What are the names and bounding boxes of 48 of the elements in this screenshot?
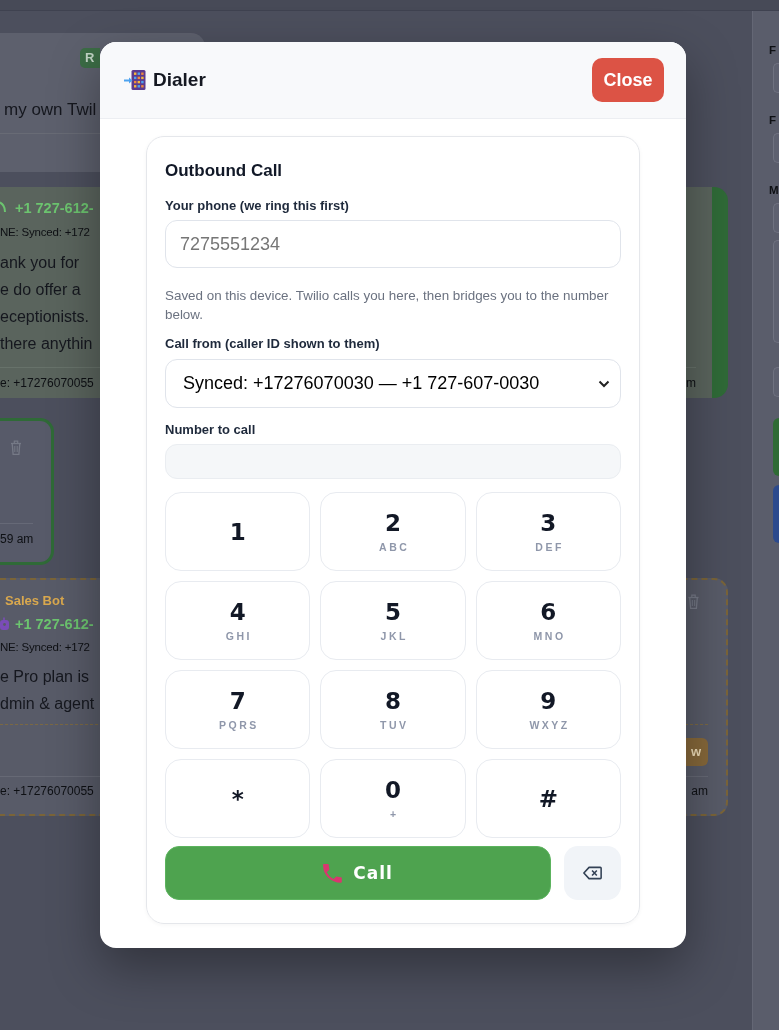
caller-line: NE: Synced: +172 xyxy=(0,225,90,240)
phone-number: +1 727-612- xyxy=(15,199,94,217)
keypad-key[interactable]: * xyxy=(165,759,311,838)
message-time: am xyxy=(691,783,708,800)
field-label: M xyxy=(769,183,779,198)
backspace-icon xyxy=(583,866,602,880)
hint-text: Saved on this device. Twilio calls you here, then bridges you to the number below. xyxy=(165,287,610,324)
field-label: Your phone (we ring this first) xyxy=(165,197,350,215)
field-label: Call from (caller ID shown to them) xyxy=(165,335,381,353)
keypad-key[interactable]: # xyxy=(475,759,621,838)
action-button[interactable] xyxy=(773,485,779,543)
dialog-title: Dialer xyxy=(153,69,207,91)
keypad-key[interactable]: 6 MNO xyxy=(475,581,621,660)
keypad-key[interactable]: 7 PQRS xyxy=(165,670,311,749)
action-button[interactable] xyxy=(773,418,779,476)
phone-icon xyxy=(323,863,343,883)
keypad-key[interactable]: 8 TUV xyxy=(320,670,466,749)
phone-input[interactable]: 7275551234 xyxy=(165,220,621,268)
close-button[interactable]: Close xyxy=(592,58,664,102)
message-snippet: my own Twil xyxy=(3,99,97,121)
keypad-key[interactable]: 9 WXYZ xyxy=(475,670,621,749)
message-time: 59 am xyxy=(0,531,33,548)
keypad-key[interactable]: 1 xyxy=(165,492,311,571)
field-label: F xyxy=(769,43,777,58)
trash-icon[interactable] xyxy=(687,593,700,609)
status-badge: R xyxy=(80,48,100,68)
trash-icon[interactable] xyxy=(10,440,22,455)
message-text: e Pro plan is dmin & agent xyxy=(0,667,95,714)
keypad-key[interactable]: 2 ABC xyxy=(320,492,466,571)
caller-line: NE: Synced: +172 xyxy=(0,640,90,655)
keypad-key[interactable]: 5 JKL xyxy=(320,581,466,660)
sender-name: Sales Bot xyxy=(5,593,65,609)
message-footer: e: +17276070055 xyxy=(0,374,94,392)
keypad-icon xyxy=(124,69,146,91)
keypad-key[interactable]: 0 + xyxy=(320,759,466,838)
caller-id-select[interactable]: Synced: +17276070030 — +1 727-607-0030 xyxy=(165,359,621,408)
field-label: Number to call xyxy=(165,421,257,439)
action-button[interactable]: w xyxy=(686,738,708,766)
message-footer: e: +17276070055 xyxy=(0,782,94,800)
keypad-key[interactable]: 3 DEF xyxy=(475,492,621,571)
phone-number: +1 727-612- xyxy=(15,615,94,633)
message-text: ank you for e do offer a eceptionists. there anythin xyxy=(0,253,93,354)
message-time: m xyxy=(686,375,696,392)
section-title: Outbound Call xyxy=(165,161,284,181)
keypad-key[interactable]: 4 GHI xyxy=(165,581,311,660)
field-label: F xyxy=(769,113,777,128)
backspace-button[interactable] xyxy=(564,846,621,900)
chevron-down-icon xyxy=(598,379,610,388)
